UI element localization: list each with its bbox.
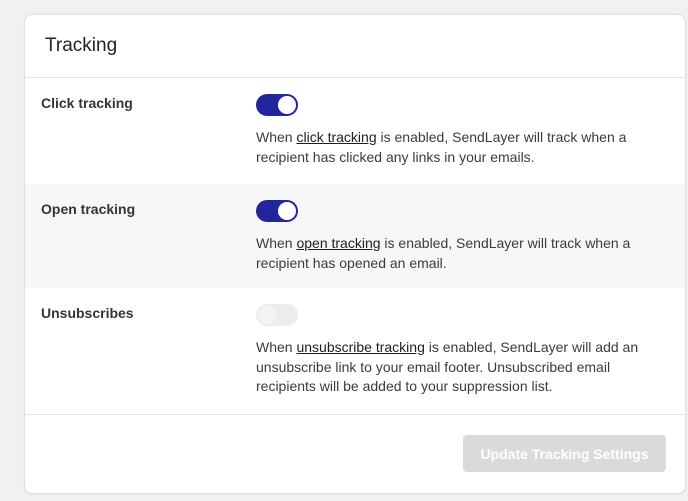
setting-row-open-tracking: Open tracking When open tracking is enab…	[25, 184, 685, 288]
setting-label: Unsubscribes	[41, 305, 134, 321]
toggle-knob	[258, 306, 276, 324]
toggle-knob	[278, 202, 296, 220]
click-tracking-toggle[interactable]	[256, 94, 298, 116]
setting-description: When unsubscribe tracking is enabled, Se…	[256, 339, 639, 394]
setting-row-unsubscribes: Unsubscribes When unsubscribe tracking i…	[25, 288, 685, 413]
unsubscribe-tracking-link[interactable]: unsubscribe tracking	[296, 339, 424, 355]
update-tracking-settings-button[interactable]: Update Tracking Settings	[463, 435, 666, 472]
setting-description: When open tracking is enabled, SendLayer…	[256, 235, 631, 271]
setting-label: Click tracking	[41, 95, 133, 111]
toggle-knob	[278, 96, 296, 114]
setting-label: Open tracking	[41, 201, 136, 217]
card-header: Tracking	[25, 15, 685, 78]
open-tracking-link[interactable]: open tracking	[296, 235, 380, 251]
click-tracking-link[interactable]: click tracking	[296, 129, 376, 145]
setting-row-click-tracking: Click tracking When click tracking is en…	[25, 78, 685, 184]
open-tracking-toggle[interactable]	[256, 200, 298, 222]
card-title: Tracking	[45, 35, 118, 56]
card-footer: Update Tracking Settings	[25, 414, 685, 493]
tracking-card: Tracking Click tracking When click track…	[24, 14, 686, 494]
setting-description: When click tracking is enabled, SendLaye…	[256, 129, 627, 165]
unsubscribes-toggle[interactable]	[256, 304, 298, 326]
